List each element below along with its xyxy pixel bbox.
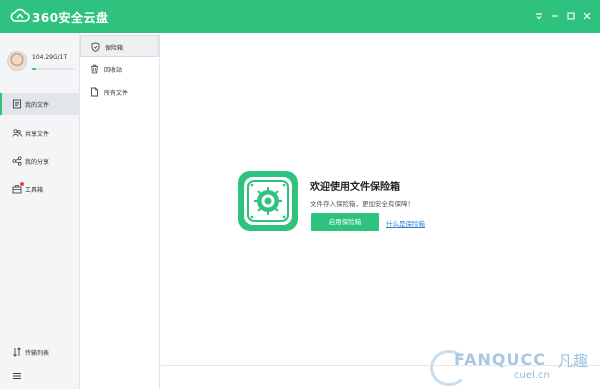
sub-navigation: 保险箱 回收站 所有文件 xyxy=(80,33,160,389)
avatar[interactable] xyxy=(7,51,27,71)
sidebar-item-my-files[interactable]: 我的文件 xyxy=(0,93,79,115)
subnav-item-all-files[interactable]: 所有文件 xyxy=(80,81,159,103)
subnav-item-label: 保险箱 xyxy=(105,45,124,52)
sidebar-item-label: 共享文件 xyxy=(25,131,50,138)
app-title: 360安全云盘 xyxy=(32,11,109,25)
app-logo: 360安全云盘 xyxy=(10,7,130,27)
sidebar-item-toolbox[interactable]: 工具箱 xyxy=(0,178,79,200)
shared-users-icon xyxy=(12,129,22,137)
main-menu-button[interactable] xyxy=(0,365,79,387)
sidebar-item-shared-files[interactable]: 共享文件 xyxy=(0,122,79,144)
what-is-vault-link[interactable]: 什么是保险箱 xyxy=(386,218,425,228)
maximize-icon[interactable] xyxy=(565,10,577,22)
watermark-domain: cuel.cn xyxy=(514,370,550,381)
safe-icon xyxy=(238,171,298,231)
subnav-item-label: 所有文件 xyxy=(104,90,129,97)
cloud-logo-icon xyxy=(10,8,30,22)
vault-welcome-subtitle: 文件存入保险箱，更加安全有保障！ xyxy=(310,200,414,208)
enable-vault-button[interactable]: 启用保险箱 xyxy=(311,213,379,231)
quota-text: 104.29G/1T xyxy=(32,54,68,61)
menu-icon[interactable] xyxy=(533,10,545,22)
file-icon xyxy=(13,99,21,109)
sidebar-item-label: 我的文件 xyxy=(25,102,50,109)
notification-badge xyxy=(20,182,24,186)
shield-icon xyxy=(91,42,100,52)
transfer-list-button[interactable]: 传输列表 xyxy=(0,341,79,363)
close-icon[interactable] xyxy=(581,10,593,22)
main-content: 欢迎使用文件保险箱 文件存入保险箱，更加安全有保障！ 启用保险箱 什么是保险箱 xyxy=(161,33,600,365)
transfer-list-label: 传输列表 xyxy=(25,350,50,357)
subnav-item-label: 回收站 xyxy=(104,67,123,74)
subnav-item-recycle-bin[interactable]: 回收站 xyxy=(80,58,159,80)
hamburger-menu-icon xyxy=(13,373,21,379)
vault-welcome-title: 欢迎使用文件保险箱 xyxy=(310,182,400,193)
document-icon xyxy=(91,87,98,97)
sidebar-item-label: 我的分享 xyxy=(25,159,50,166)
minimize-icon[interactable] xyxy=(549,10,561,22)
watermark-cn-text: 凡趣 xyxy=(558,352,589,370)
watermark-text: FANQUCC xyxy=(454,350,546,369)
share-icon xyxy=(12,156,22,166)
quota-progress-fill xyxy=(32,68,37,70)
quota-progress-bar xyxy=(32,68,74,70)
trash-icon xyxy=(91,64,98,74)
transfer-icon xyxy=(13,347,21,357)
left-sidebar: 104.29G/1T 我的文件 共享文件 我的分享 工具箱 传输列表 xyxy=(0,33,80,389)
sidebar-item-label: 工具箱 xyxy=(25,187,44,194)
subnav-item-vault[interactable]: 保险箱 xyxy=(80,35,159,57)
sidebar-item-my-shares[interactable]: 我的分享 xyxy=(0,150,79,172)
title-bar: 360安全云盘 xyxy=(0,0,600,33)
watermark: FANQUCC 凡趣 cuel.cn xyxy=(430,348,600,389)
